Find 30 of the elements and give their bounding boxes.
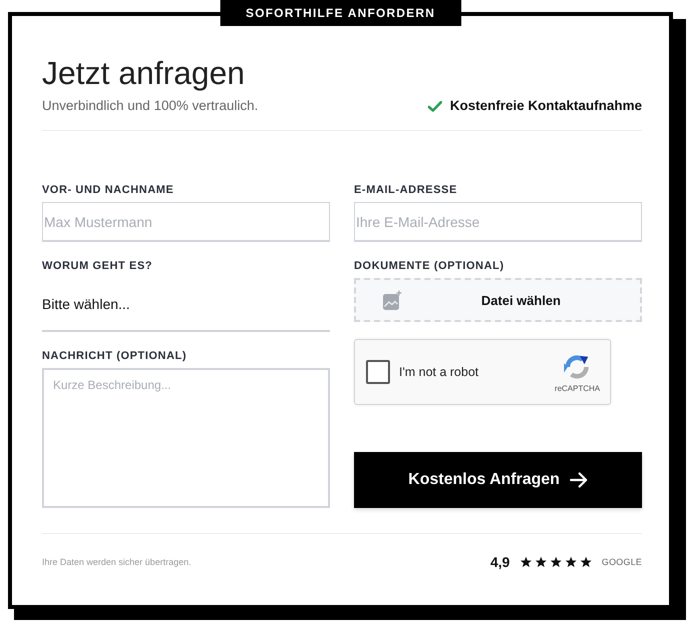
rating-score: 4,9 [490, 554, 510, 570]
file-upload-button[interactable]: Datei wählen [354, 278, 642, 322]
arrow-right-icon [570, 472, 588, 488]
select-field[interactable]: Bitte wählen... [42, 278, 330, 332]
form-title: Jetzt anfragen [42, 54, 245, 92]
text-field[interactable]: Max Mustermann [42, 202, 330, 242]
highlight-text: Kostenfreie Kontaktaufnahme [450, 97, 642, 115]
star-icon [550, 556, 562, 568]
message-field[interactable]: Kurze Beschreibung... [42, 368, 330, 508]
submit-button[interactable]: Kostenlos Anfragen [354, 452, 642, 508]
captcha-checkbox[interactable] [366, 360, 390, 384]
captcha-brand: reCAPTCHA [554, 384, 600, 394]
field-label: E-MAIL-ADRESSE [354, 183, 458, 197]
section-badge: SOFORTHILFE ANFORDERN [220, 0, 462, 26]
rating-source: GOOGLE [602, 557, 642, 567]
star-icon [520, 556, 532, 568]
field-label: NACHRICHT (OPTIONAL) [42, 349, 187, 363]
checkmark-icon [428, 100, 442, 112]
field-label: VOR- UND NACHNAME [42, 183, 174, 197]
star-icon [580, 556, 592, 568]
email-field[interactable]: Ihre E-Mail-Adresse [354, 202, 642, 242]
field-label: DOKUMENTE (OPTIONAL) [354, 259, 504, 273]
field-label: WORUM GEHT ES? [42, 259, 152, 273]
star-icon [534, 556, 547, 568]
security-note: Ihre Daten werden sicher übertragen. [42, 556, 192, 568]
captcha-label: I'm not a robot [399, 365, 480, 379]
form-subtitle: Unverbindlich und 100% vertraulich. [42, 97, 258, 115]
circular-arrows-icon [564, 354, 590, 380]
star-icon [564, 556, 577, 568]
image-icon [383, 290, 402, 310]
